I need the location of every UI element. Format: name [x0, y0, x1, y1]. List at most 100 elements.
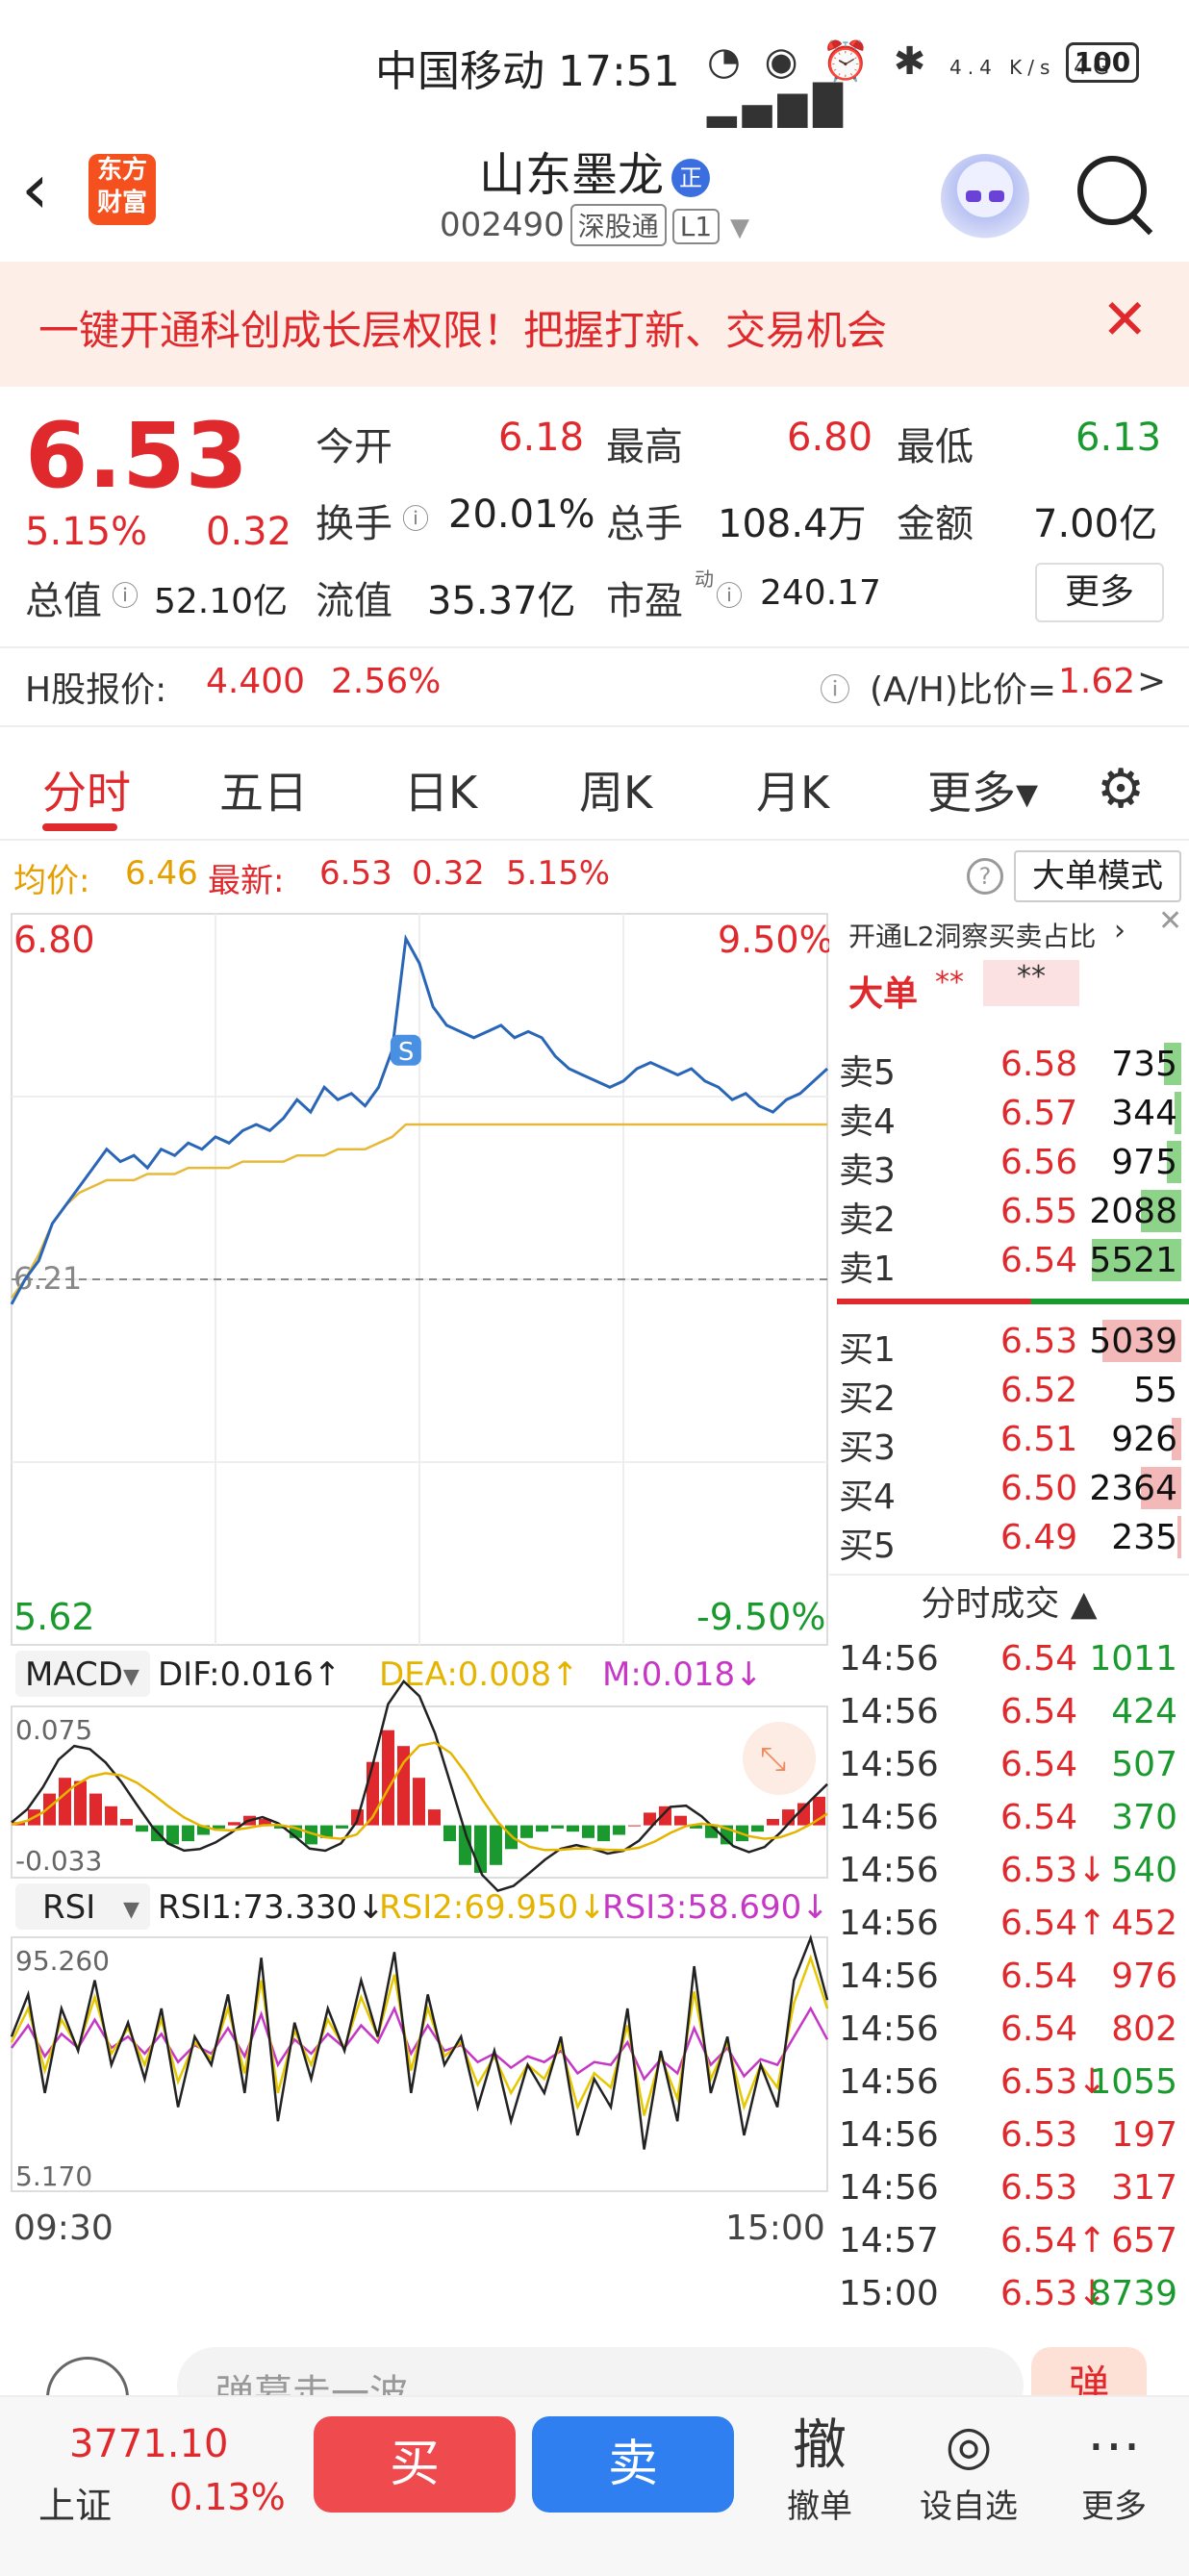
search-icon[interactable] [1077, 156, 1147, 225]
promo-banner[interactable]: 一键开通科创成长层权限！把握打新、交易机会 ✕ [0, 262, 1189, 387]
macd-bar [382, 1730, 394, 1826]
trade-time: 14:56 [839, 2115, 939, 2155]
chart-area[interactable]: 6.21 S 6.80 9.50% 5.62 -9.50% MACD ▼ DIF… [0, 902, 829, 2316]
asks-row[interactable]: 卖2 6.55 2088 [829, 1186, 1189, 1240]
float-label: 流值 [316, 579, 392, 623]
tab-monthly-k[interactable]: 月K [756, 758, 829, 821]
gear-icon[interactable]: ⚙ [1097, 758, 1145, 821]
level-volume: 5039 [1089, 1322, 1177, 1361]
orderbook-panel: 开通L2洞察买卖占比 › ✕ 大单 ** ** 卖5 6.58 735 卖4 6.57 3… [829, 904, 1189, 2318]
macd-bar [120, 1819, 133, 1826]
tab-more[interactable]: 更多▾ [927, 758, 1038, 821]
trade-volume: 802 [1111, 2009, 1177, 2049]
bids-row[interactable]: 买5 6.49 235 [829, 1512, 1189, 1566]
help-icon[interactable]: ⓘ [820, 666, 850, 710]
macd-bar [520, 1825, 533, 1838]
help-icon[interactable]: ? [967, 858, 1003, 895]
tab-daily-k[interactable]: 日K [404, 758, 477, 821]
pe-sup: 动 [695, 568, 714, 591]
index-value: 3771.10 [69, 2422, 229, 2466]
assistant-avatar-icon[interactable] [941, 154, 1029, 242]
tab-weekly-k[interactable]: 周K [579, 758, 652, 821]
bids-row[interactable]: 买4 6.50 2364 [829, 1463, 1189, 1517]
trade-time: 14:57 [839, 2221, 939, 2260]
level-volume: 926 [1111, 1420, 1177, 1459]
amount-label: 金额 [897, 502, 974, 546]
ah-label: (A/H)比价= [870, 670, 1057, 710]
trade-price: 6.54 [1000, 1639, 1078, 1679]
chevron-down-icon: ▼ [123, 1898, 139, 1922]
danmaku-toggle[interactable]: 弹 [1031, 2347, 1147, 2395]
tab-intraday[interactable]: 分时 [42, 758, 131, 821]
bids-row[interactable]: 买1 6.53 5039 [829, 1316, 1189, 1370]
macd-bar [751, 1825, 764, 1832]
asks-row[interactable]: 卖5 6.58 735 [829, 1039, 1189, 1093]
macd-bar [551, 1825, 564, 1829]
change-value: 0.32 [206, 510, 292, 554]
comment-icon[interactable] [46, 2357, 129, 2395]
cancel-order-button[interactable]: 撤 撤单 [762, 2412, 877, 2527]
trade-time: 14:56 [839, 2062, 939, 2102]
bids-row[interactable]: 买2 6.52 55 [829, 1365, 1189, 1419]
tab-five-day[interactable]: 五日 [219, 758, 308, 821]
trades-header[interactable]: 分时成交 ▲ [829, 1578, 1189, 1631]
dropdown-icon[interactable]: ▼ [730, 214, 749, 242]
trade-price: 6.54 [1000, 1957, 1078, 1996]
hshare-label: H股报价: [25, 670, 167, 710]
dea-label: DEA:0.008↑ [379, 1655, 579, 1694]
info-icon[interactable]: ⓘ [716, 575, 743, 614]
quote-panel: 6.53 5.15% 0.32 今开 6.18 最高 6.80 最低 6.13 … [0, 387, 1189, 646]
macd-title: MACD [25, 1655, 123, 1694]
macd-bar [336, 1825, 348, 1829]
big-order-mode-button[interactable]: 大单模式 [1014, 850, 1181, 902]
rsi-top-label: 95.260 [15, 1945, 110, 1977]
info-icon[interactable]: ⓘ [112, 575, 139, 614]
trade-price: 6.54↑ [1000, 1904, 1107, 1943]
trade-price: 6.54 [1000, 1798, 1078, 1837]
trade-price: 6.54 [1000, 1745, 1078, 1784]
level-volume: 975 [1111, 1143, 1177, 1182]
asks-row[interactable]: 卖4 6.57 344 [829, 1088, 1189, 1142]
x-label-start: 09:30 [13, 2209, 114, 2248]
close-icon[interactable]: ✕ [1101, 287, 1149, 352]
more-button[interactable]: 更多 [1035, 563, 1164, 622]
buy-button[interactable]: 买 [314, 2416, 516, 2513]
rsi1-label: RSI1:73.330↓ [158, 1888, 385, 1927]
close-icon[interactable]: ✕ [1158, 904, 1182, 938]
trade-row: 14:56 6.54↑ 452 [829, 1898, 1189, 1951]
level-price: 6.53 [1000, 1322, 1078, 1361]
info-icon[interactable]: ⓘ [402, 498, 429, 537]
cancel-label: 撤单 [787, 2488, 852, 2526]
level-price: 6.49 [1000, 1518, 1078, 1557]
hshare-row[interactable]: H股报价: 4.400 2.56% ⓘ (A/H)比价= 1.62 > [0, 646, 1189, 727]
target-icon: ◎ [945, 2414, 993, 2477]
trade-volume: 8739 [1089, 2274, 1177, 2313]
macd-bar [674, 1815, 687, 1826]
chart-tabs: 分时 五日 日K 周K 月K 更多▾ ⚙ [0, 723, 1189, 841]
signal-marker-label: S [398, 1038, 415, 1067]
chart-bottom-right: -9.50% [696, 1596, 825, 1638]
level-price: 6.57 [1000, 1094, 1078, 1133]
active-tab-underline [42, 823, 117, 831]
macd-bar [213, 1825, 225, 1829]
watch-label: 设自选 [920, 2488, 1018, 2526]
high-label: 最高 [606, 425, 683, 469]
comment-input[interactable]: 弹幕走一波 [177, 2347, 1024, 2395]
macd-bar [628, 1825, 641, 1827]
trade-time: 14:56 [839, 1904, 939, 1943]
level-volume: 344 [1111, 1094, 1177, 1133]
trade-volume: 657 [1111, 2221, 1177, 2260]
level-price: 6.56 [1000, 1143, 1078, 1182]
asks-row[interactable]: 卖3 6.56 975 [829, 1137, 1189, 1191]
more-menu-button[interactable]: ⋯ 更多 [1056, 2412, 1172, 2527]
bids-row[interactable]: 买3 6.51 926 [829, 1414, 1189, 1468]
trade-row: 14:56 6.54 507 [829, 1739, 1189, 1792]
l2-banner[interactable]: 开通L2洞察买卖占比 › ✕ [829, 904, 1189, 958]
add-watchlist-button[interactable]: ◎ 设自选 [911, 2412, 1026, 2527]
sell-button[interactable]: 卖 [532, 2416, 734, 2513]
net-speed: 4.4 K/s [949, 56, 1056, 79]
trade-price: 6.53↓ [1000, 1851, 1107, 1890]
trade-time: 14:56 [839, 1798, 939, 1837]
asks-row[interactable]: 卖1 6.54 5521 [829, 1235, 1189, 1289]
macd-bar [74, 1780, 87, 1826]
